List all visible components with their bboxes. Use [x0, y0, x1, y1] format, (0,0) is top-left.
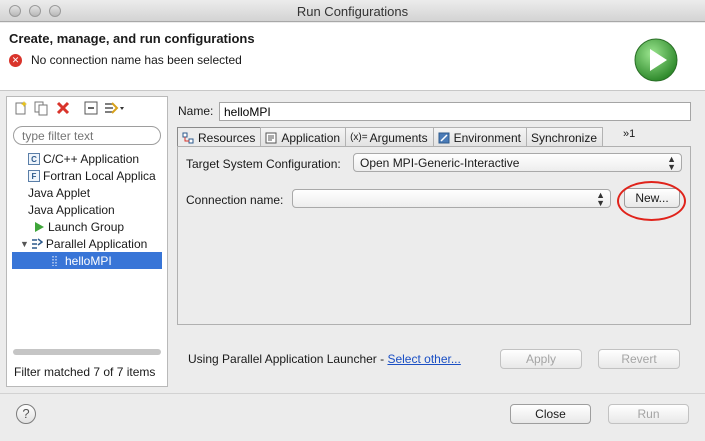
- window-title: Run Configurations: [296, 4, 409, 19]
- tab-resources[interactable]: Resources: [177, 127, 262, 147]
- run-button[interactable]: Run: [608, 404, 689, 424]
- highlight-annotation-circle: [617, 181, 686, 221]
- new-config-icon[interactable]: [13, 100, 29, 116]
- tree-item-label: C/C++ Application: [43, 151, 140, 166]
- updown-arrow-icon: ▲ ▼: [596, 190, 605, 208]
- tab-label: Arguments: [369, 130, 428, 145]
- tree-item-parallel-application[interactable]: ▼ Parallel Application: [20, 235, 147, 252]
- filter-configs-icon[interactable]: [103, 100, 125, 116]
- tab-arguments[interactable]: (x)= Arguments: [345, 127, 434, 147]
- environment-icon: [438, 132, 450, 143]
- tree-item-label: Fortran Local Applica: [43, 168, 156, 183]
- parallel-config-icon: [52, 255, 57, 266]
- tree-item-launch-group[interactable]: Launch Group: [33, 218, 124, 235]
- tree-item-java-application[interactable]: Java Application: [28, 201, 115, 218]
- updown-arrow-icon: ▲ ▼: [667, 154, 676, 172]
- tree-item-fortran-local-application[interactable]: F Fortran Local Applica: [28, 167, 156, 184]
- error-message: No connection name has been selected: [31, 53, 242, 67]
- filter-match-status: Filter matched 7 of 7 items: [14, 365, 156, 379]
- parallel-app-icon: [31, 237, 43, 249]
- arguments-icon: (x)=: [350, 132, 368, 143]
- config-tabs: Resources Application (x)= Arguments Env…: [177, 127, 604, 147]
- connection-name-label: Connection name:: [186, 193, 284, 207]
- error-line: ✕ No connection name has been selected: [9, 53, 242, 67]
- tree-item-label: Java Application: [28, 202, 115, 217]
- tree-item-label: helloMPI: [65, 253, 112, 268]
- tab-label: Synchronize: [530, 130, 598, 145]
- select-other-link[interactable]: Select other...: [387, 352, 460, 366]
- target-system-select[interactable]: Open MPI-Generic-Interactive ▲ ▼: [353, 153, 682, 172]
- close-button[interactable]: Close: [510, 404, 591, 424]
- name-label: Name:: [178, 104, 214, 118]
- tab-application[interactable]: Application: [260, 127, 347, 147]
- revert-button[interactable]: Revert: [598, 349, 680, 369]
- connection-name-select[interactable]: ▲ ▼: [292, 189, 611, 208]
- collapse-all-icon[interactable]: [83, 100, 99, 116]
- dialog-heading: Create, manage, and run configurations: [9, 31, 255, 46]
- tab-overflow-chevron[interactable]: »1: [623, 128, 635, 140]
- launcher-line: Using Parallel Application Launcher - Se…: [188, 352, 461, 366]
- config-name-input[interactable]: [219, 102, 691, 121]
- c-app-icon: C: [28, 152, 40, 165]
- tree-horizontal-scrollbar[interactable]: [13, 349, 161, 355]
- filter-box[interactable]: [13, 126, 161, 145]
- tree-item-java-applet[interactable]: Java Applet: [28, 184, 90, 201]
- tab-environment[interactable]: Environment: [432, 127, 527, 147]
- title-bar: Run Configurations: [0, 0, 705, 22]
- tree-item-c-cpp-application[interactable]: C C/C++ Application: [28, 150, 139, 167]
- delete-config-icon[interactable]: [55, 100, 71, 116]
- tree-item-label: Parallel Application: [45, 236, 148, 251]
- tab-synchronize[interactable]: Synchronize: [525, 127, 604, 147]
- tree-toolbar: [7, 97, 167, 119]
- launch-config-tree-panel: C C/C++ Application F Fortran Local Appl…: [6, 96, 168, 387]
- launch-group-icon: [35, 221, 44, 232]
- filter-input[interactable]: [22, 129, 152, 143]
- error-icon: ✕: [9, 53, 22, 67]
- target-system-label: Target System Configuration:: [186, 157, 341, 171]
- application-icon: [265, 132, 277, 143]
- expand-toggle-icon[interactable]: ▼: [20, 239, 29, 249]
- tree-item-label: Java Applet: [28, 185, 91, 200]
- help-icon[interactable]: ?: [16, 404, 36, 424]
- tree-item-label: Launch Group: [48, 219, 125, 234]
- dialog-header: Create, manage, and run configurations ✕…: [0, 23, 705, 91]
- resources-icon: [182, 132, 194, 143]
- bottom-separator: [0, 393, 705, 394]
- run-banner-icon: [634, 38, 678, 82]
- tab-label: Environment: [453, 130, 521, 145]
- tree-item-hellompi[interactable]: helloMPI: [12, 252, 162, 269]
- tab-label: Resources: [198, 130, 256, 145]
- duplicate-config-icon[interactable]: [33, 100, 49, 116]
- apply-button[interactable]: Apply: [500, 349, 582, 369]
- fortran-app-icon: F: [28, 169, 40, 182]
- launcher-text: Using Parallel Application Launcher -: [188, 352, 388, 366]
- tab-label: Application: [281, 130, 341, 145]
- target-system-value: Open MPI-Generic-Interactive: [360, 156, 520, 170]
- resources-panel: Target System Configuration: Open MPI-Ge…: [177, 146, 691, 325]
